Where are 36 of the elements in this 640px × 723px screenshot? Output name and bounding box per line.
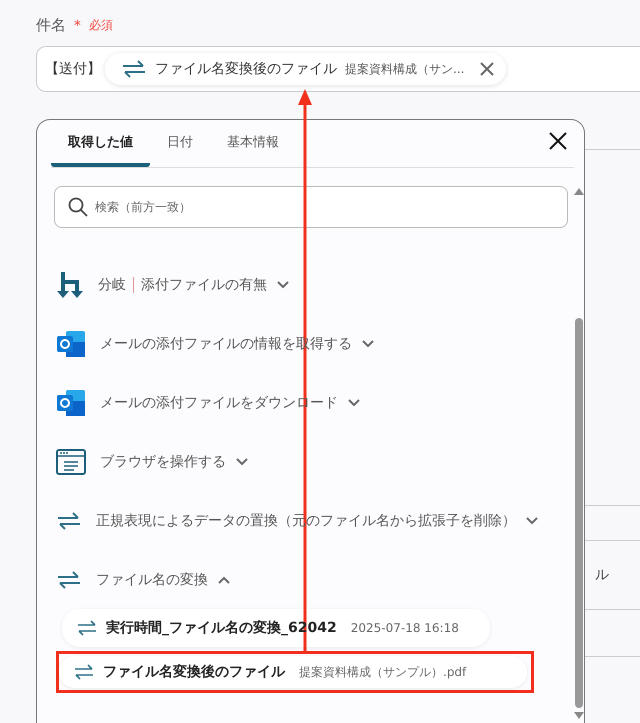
variable-chip[interactable]: ファイル名変換後のファイル 提案資料構成（サン... — [105, 53, 506, 85]
scroll-thumb[interactable] — [575, 318, 583, 708]
swap-arrows-icon — [76, 619, 98, 637]
tab[interactable]: 基本情報 — [210, 120, 296, 167]
required-mark: ＊ — [70, 16, 85, 34]
close-icon — [549, 132, 567, 150]
swap-arrows-icon — [121, 58, 147, 80]
scroll-up-icon — [574, 188, 584, 195]
step-item[interactable]: ブラウザを操作する — [54, 432, 568, 491]
tab[interactable]: 日付 — [150, 120, 210, 167]
mail-app-icon — [56, 388, 86, 416]
browser-window-icon — [56, 448, 86, 474]
value-name: ファイル名変換後のファイル — [103, 663, 285, 681]
swap-arrows-icon — [56, 510, 82, 532]
search-icon — [68, 197, 88, 217]
field-label: 件名 — [36, 16, 66, 34]
step-item[interactable]: ファイル名の変換 — [54, 550, 568, 609]
close-button[interactable] — [548, 131, 568, 151]
chip-value: 提案資料構成（サン... — [345, 60, 464, 78]
cut-text: ル — [595, 566, 609, 584]
scroll-down-icon — [574, 712, 584, 719]
branch-icon — [56, 270, 84, 300]
subject-field[interactable]: 【送付】 ファイル名変換後のファイル 提案資料構成（サン... — [36, 46, 640, 92]
swap-arrows-icon — [56, 568, 82, 590]
mail-app-icon — [56, 330, 86, 358]
swap-arrows-icon — [73, 663, 95, 681]
chip-name: ファイル名変換後のファイル — [155, 60, 337, 78]
value-text: 提案資料構成（サンプル）.pdf — [299, 664, 466, 680]
required-label: 必須 — [89, 16, 113, 34]
value-chip[interactable]: ファイル名変換後のファイル 提案資料構成（サンプル）.pdf — [59, 656, 527, 688]
tab[interactable]: 取得した値 — [51, 120, 150, 167]
step-item[interactable]: 分岐 添付ファイルの有無 — [54, 255, 568, 314]
close-icon — [480, 62, 494, 76]
value-text: 2025-07-18 16:18 — [350, 621, 459, 635]
field-text: 【送付】 — [45, 60, 101, 78]
search-field[interactable]: 検索（前方一致） — [54, 186, 568, 228]
